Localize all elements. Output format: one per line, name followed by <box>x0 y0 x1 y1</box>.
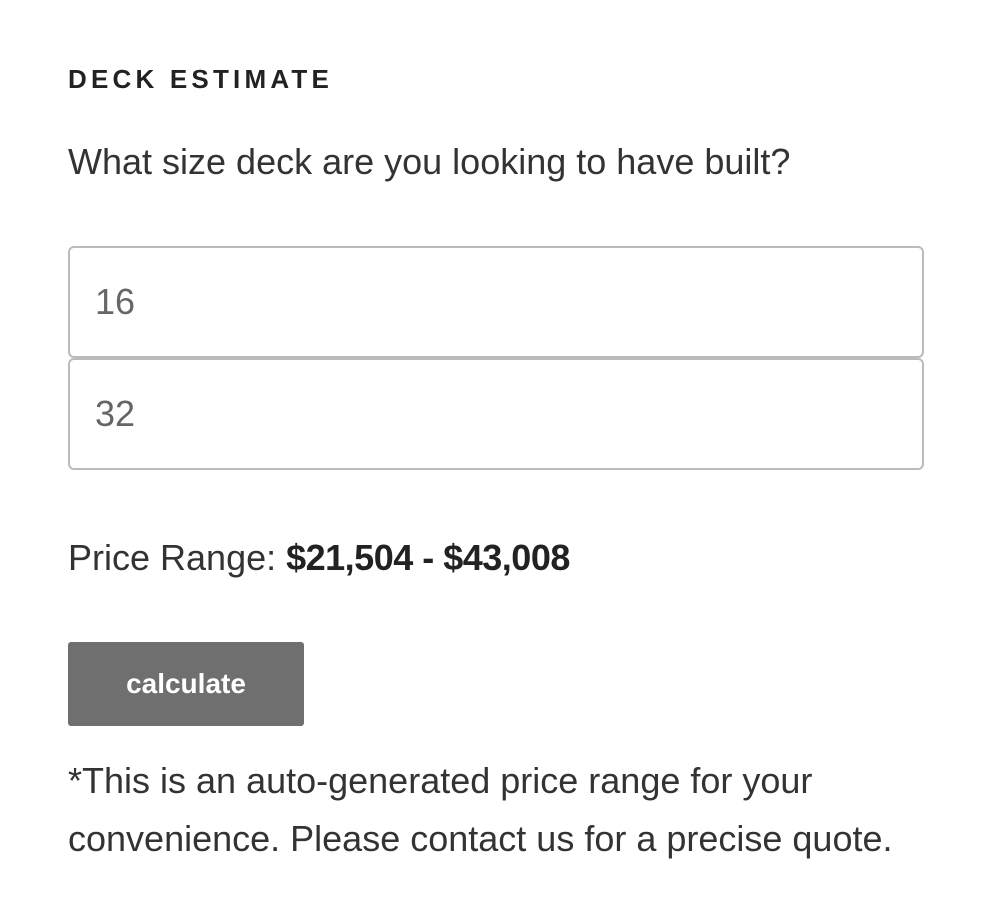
price-range-label: Price Range: <box>68 537 287 578</box>
price-range: Price Range: $21,504 - $43,008 <box>68 536 570 580</box>
disclaimer-text: *This is an auto-generated price range f… <box>68 760 893 859</box>
deck-width-input[interactable] <box>68 358 924 470</box>
widget-title: DECK ESTIMATE <box>68 64 334 94</box>
calculate-button[interactable]: calculate <box>68 642 304 726</box>
size-question: What size deck are you looking to have b… <box>68 141 791 182</box>
deck-length-input[interactable] <box>68 246 924 358</box>
price-range-value: $21,504 - $43,008 <box>286 537 570 578</box>
